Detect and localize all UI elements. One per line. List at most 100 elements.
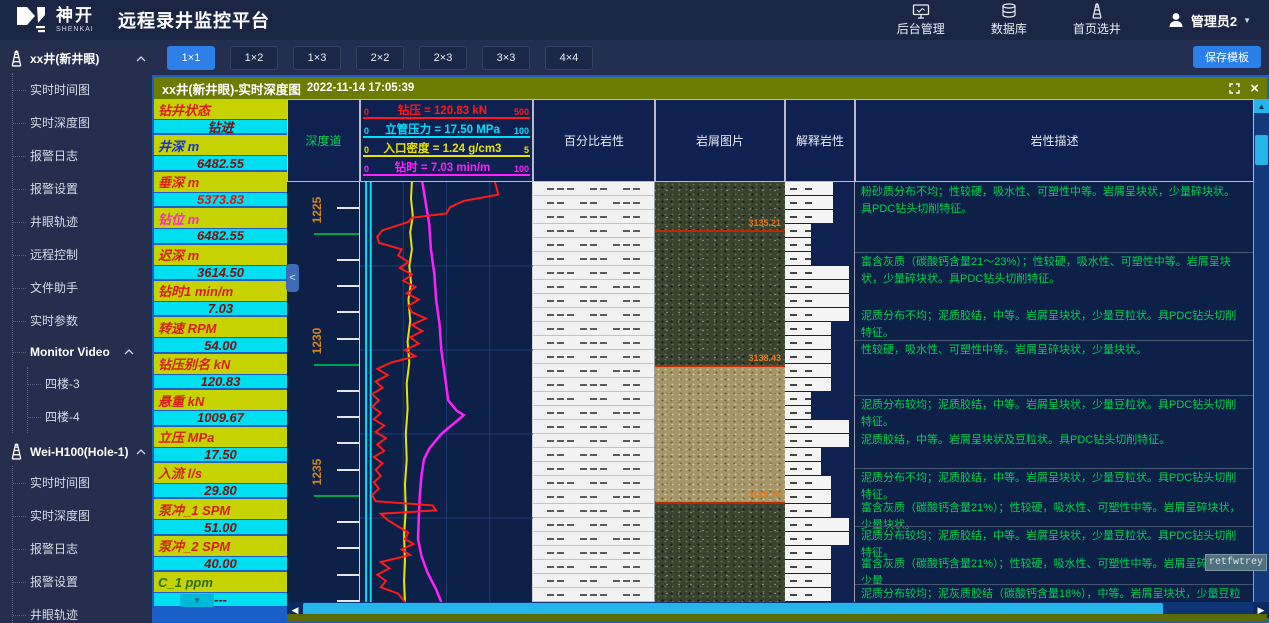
sidebar-item-报警设置[interactable]: 报警设置 (13, 172, 152, 205)
dash-mark (547, 230, 554, 232)
vertical-scrollbar[interactable]: ▲▼ (1254, 99, 1269, 618)
layout-button-2×3[interactable]: 2×3 (419, 46, 467, 70)
dash-group (547, 342, 564, 344)
dash-mark (547, 342, 554, 344)
dash-mark (590, 216, 597, 218)
sidebar-item-实时深度图[interactable]: 实时深度图 (13, 106, 152, 139)
dash-mark (805, 412, 812, 414)
dash-mark (590, 384, 597, 386)
sidebar-item-四楼-3[interactable]: 四楼-3 (28, 367, 152, 400)
lithology-bar (785, 518, 849, 531)
dash-mark (805, 496, 812, 498)
dash-mark (567, 356, 574, 358)
lithology-symbol-row (533, 448, 654, 462)
param-label-row: 转速 RPM (154, 317, 287, 338)
lithology-bar (785, 308, 849, 321)
dash-mark (580, 538, 587, 540)
user-menu[interactable]: 管理员2 ▼ (1167, 11, 1251, 30)
sidebar-item-文件助手[interactable]: 文件助手 (13, 271, 152, 304)
dash-mark (805, 384, 812, 386)
vertical-scroll-thumb[interactable] (1255, 135, 1268, 165)
dash-mark (790, 468, 797, 470)
dash-group (580, 580, 597, 582)
dash-group (547, 258, 564, 260)
dash-mark (790, 580, 797, 582)
dash-mark (623, 426, 630, 428)
dash-mark (633, 496, 640, 498)
dash-mark (790, 552, 797, 554)
close-icon[interactable]: × (1250, 81, 1259, 96)
description-paragraph: 泥质分布不均；泥质胶结，中等。岩屑呈块状，少量豆粒状。具PDC钻头切削特征。 (861, 470, 1245, 504)
layout-button-3×3[interactable]: 3×3 (482, 46, 530, 70)
layout-button-1×3[interactable]: 1×3 (293, 46, 341, 70)
dash-mark (590, 412, 597, 414)
dash-mark (623, 398, 630, 400)
dash-mark (580, 510, 587, 512)
fullscreen-icon[interactable] (1229, 83, 1240, 94)
nav-database[interactable]: 数据库 (991, 3, 1027, 37)
sidebar-item-井眼轨迹[interactable]: 井眼轨迹 (13, 598, 152, 623)
dash-mark (633, 552, 640, 554)
sidebar-item-井眼轨迹[interactable]: 井眼轨迹 (13, 205, 152, 238)
layout-button-2×2[interactable]: 2×2 (356, 46, 404, 70)
cuttings-photo-section: 3139.76 (655, 367, 785, 504)
dash-group (590, 314, 607, 316)
lithology-bar (785, 210, 833, 223)
dash-mark (557, 552, 564, 554)
param-dropdown-button[interactable]: ▼ (180, 594, 214, 607)
dash-mark (790, 538, 797, 540)
dash-mark (600, 314, 607, 316)
interpreted-lithology-column (785, 182, 855, 602)
dash-mark (557, 412, 564, 414)
layout-button-4×4[interactable]: 4×4 (545, 46, 593, 70)
lithology-symbol-row (533, 560, 654, 574)
dash-mark (633, 398, 640, 400)
sidebar-item-远程控制[interactable]: 远程控制 (13, 238, 152, 271)
cuttings-photo-section: 3135.21 (655, 182, 785, 232)
dash-mark (557, 258, 564, 260)
nav-label: 首页选井 (1073, 20, 1121, 37)
sidebar-item-报警日志[interactable]: 报警日志 (13, 139, 152, 172)
sidebar-item-报警日志[interactable]: 报警日志 (13, 532, 152, 565)
sidebar-item-报警设置[interactable]: 报警设置 (13, 565, 152, 598)
dash-group (590, 440, 607, 442)
sidebar-well-0[interactable]: xx井(新井眼) (0, 40, 152, 73)
dash-mark (567, 398, 574, 400)
dash-mark (790, 510, 797, 512)
dash-group (580, 510, 607, 512)
dash-mark (557, 272, 564, 274)
sidebar: xx井(新井眼)实时时间图实时深度图报警日志报警设置井眼轨迹远程控制文件助手实时… (0, 40, 152, 623)
legend-row-钻压: 0钻压 = 120.83 kN500 (363, 103, 530, 121)
user-icon (1167, 11, 1185, 29)
layout-button-1×2[interactable]: 1×2 (230, 46, 278, 70)
sidebar-item-实时深度图[interactable]: 实时深度图 (13, 499, 152, 532)
dash-mark (600, 440, 607, 442)
scroll-up-arrow[interactable]: ▲ (1254, 99, 1269, 113)
nav-home-well-select[interactable]: 首页选井 (1073, 3, 1121, 37)
dash-mark (613, 580, 620, 582)
minor-depth-tick (337, 311, 359, 313)
param-label-row: 泵冲_2 SPM (154, 536, 287, 557)
collapse-params-handle[interactable]: < (286, 264, 299, 292)
sidebar-item-monitor-video[interactable]: Monitor Video (13, 337, 152, 367)
legend-text: 立管压力 = 17.50 MPa (373, 121, 512, 137)
curve-legend: 0钻压 = 120.83 kN5000立管压力 = 17.50 MPa1000入… (360, 99, 533, 182)
sidebar-well-1[interactable]: Wei-H100(Hole-1) (0, 433, 152, 466)
dash-mark (567, 566, 574, 568)
dash-mark (623, 412, 630, 414)
sidebar-item-四楼-4[interactable]: 四楼-4 (28, 400, 152, 433)
lithology-bar (785, 336, 831, 349)
param-label-row: 立压 MPa (154, 427, 287, 448)
sidebar-item-实时时间图[interactable]: 实时时间图 (13, 466, 152, 499)
dash-mark (623, 258, 630, 260)
save-template-button[interactable]: 保存模板 (1193, 46, 1261, 68)
nav-backend-admin[interactable]: 后台管理 (897, 4, 945, 37)
layout-button-1×1[interactable]: 1×1 (167, 46, 215, 70)
sidebar-item-实时参数[interactable]: 实时参数 (13, 304, 152, 337)
lithology-bar (785, 448, 821, 461)
dash-group (547, 412, 564, 414)
dash-group (623, 314, 640, 316)
dash-mark (557, 524, 564, 526)
param-value-row: 7.03 (154, 302, 287, 317)
sidebar-item-实时时间图[interactable]: 实时时间图 (13, 73, 152, 106)
